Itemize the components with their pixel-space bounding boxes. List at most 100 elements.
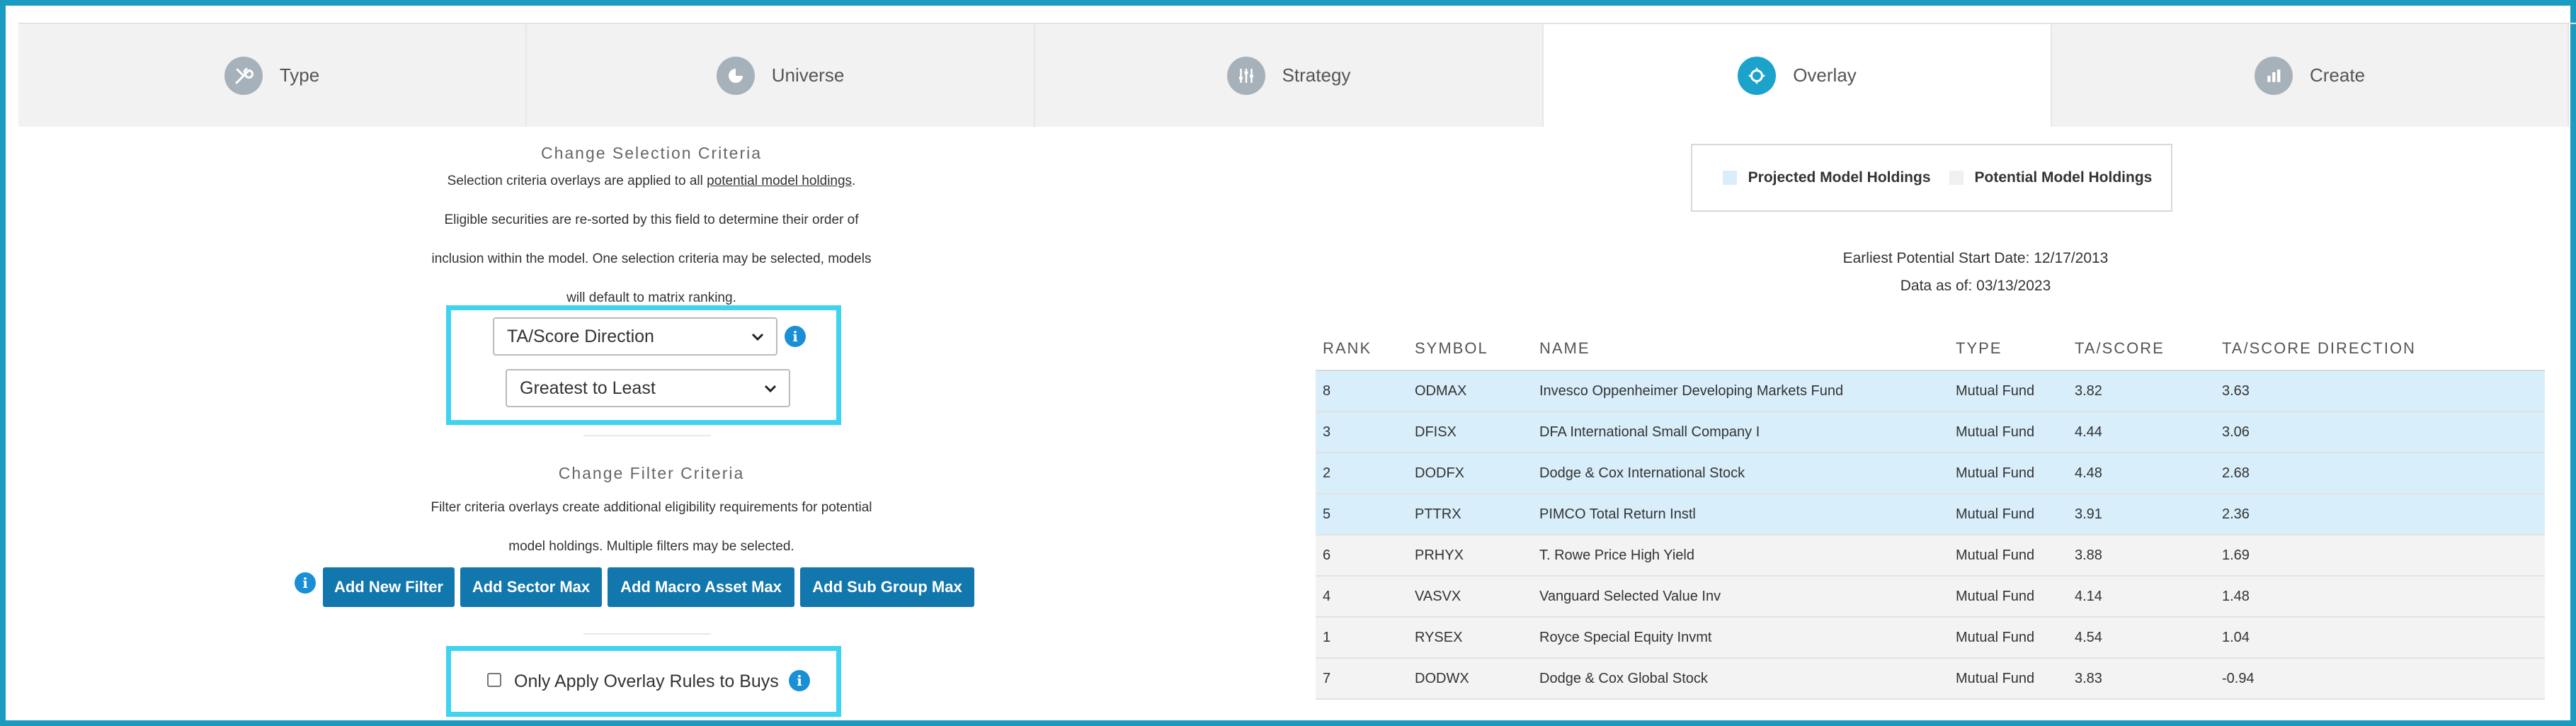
cell-type: Mutual Fund (1949, 412, 2068, 453)
header-name[interactable]: NAME (1532, 327, 1949, 371)
cell-ta-score: 3.83 (2068, 658, 2215, 700)
cell-name: PIMCO Total Return Instl (1532, 494, 1949, 535)
tab-label: Strategy (1282, 64, 1351, 86)
desc-line: Eligible securities are re-sorted by thi… (444, 212, 859, 227)
overlay-rules-label: Only Apply Overlay Rules to Buys (514, 671, 779, 691)
cell-name: Royce Special Equity Invmt (1532, 617, 1949, 659)
selection-criteria-title: Change Selection Criteria (540, 144, 763, 162)
cell-type: Mutual Fund (1949, 453, 2068, 494)
data-as-of-text: Data as of: 03/13/2023 (1900, 278, 2051, 294)
table-row[interactable]: 5 PTTRX PIMCO Total Return Instl Mutual Fun… (1316, 494, 2545, 535)
tab-label: Overlay (1793, 64, 1857, 86)
tab-type[interactable]: Type (18, 24, 527, 127)
filter-criteria-description: Filter criteria overlays create addition… (297, 488, 1005, 566)
selection-criteria-description: Selection criteria overlays are applied … (297, 161, 1005, 317)
cell-rank: 1 (1316, 617, 1408, 659)
cell-rank: 4 (1316, 576, 1408, 618)
table-header-row: RANK SYMBOL NAME TYPE TA/SCORE TA/SCORE … (1316, 327, 2545, 371)
cell-rank: 3 (1316, 412, 1408, 453)
cell-name: T. Rowe Price High Yield (1532, 535, 1949, 577)
overlay-rules-checkbox[interactable] (487, 673, 501, 687)
projected-legend-label: Projected Model Holdings (1748, 169, 1931, 186)
header-symbol[interactable]: SYMBOL (1408, 327, 1532, 371)
tools-icon (224, 56, 263, 95)
tab-label: Create (2309, 64, 2366, 86)
start-date-text: Earliest Potential Start Date: 12/17/201… (1842, 250, 2109, 266)
filter-criteria-title: Change Filter Criteria (558, 464, 745, 482)
cell-symbol: ODMAX (1408, 370, 1532, 412)
cell-ta-score-direction: 2.36 (2215, 494, 2545, 535)
cell-rank: 8 (1316, 370, 1408, 412)
table-row[interactable]: 4 VASVX Vanguard Selected Value Inv Mutual … (1316, 576, 2545, 618)
cell-symbol: RYSEX (1408, 617, 1532, 659)
cell-symbol: VASVX (1408, 576, 1532, 618)
cell-type: Mutual Fund (1949, 658, 2068, 700)
header-ta-score[interactable]: TA/SCORE (2068, 327, 2215, 371)
table-row[interactable]: 3 DFISX DFA International Small Company IM… (1316, 412, 2545, 453)
bar-chart-icon (2254, 56, 2293, 95)
cell-type: Mutual Fund (1949, 494, 2068, 535)
pie-chart-icon (716, 56, 755, 95)
potential-legend-label: Potential Model Holdings (1974, 169, 2153, 186)
table-row[interactable]: 1 RYSEX Royce Special Equity Invmt Mutual F… (1316, 617, 2545, 659)
cell-rank: 7 (1316, 658, 1408, 700)
cell-name: Vanguard Selected Value Inv (1532, 576, 1949, 618)
selection-info-icon[interactable]: i (785, 326, 806, 347)
cell-type: Mutual Fund (1949, 370, 2068, 412)
selection-field-select[interactable]: TA/Score Direction (493, 317, 777, 356)
chevron-down-icon (751, 333, 764, 341)
table-row[interactable]: 2 DODFX Dodge & Cox International Stock Mut… (1316, 453, 2545, 494)
cell-ta-score: 3.82 (2068, 370, 2215, 412)
table-row[interactable]: 6 PRHYX T. Rowe Price High Yield Mutual Fun… (1316, 535, 2545, 577)
table-row[interactable]: 8 ODMAX Invesco Oppenheimer Developing Mar… (1316, 370, 2545, 412)
cell-rank: 5 (1316, 494, 1408, 535)
add-macro-asset-max-button[interactable]: Add Macro Asset Max (608, 567, 794, 607)
cell-ta-score: 3.88 (2068, 535, 2215, 577)
cell-ta-score: 3.91 (2068, 494, 2215, 535)
tab-label: Type (279, 64, 320, 86)
potential-swatch (1949, 171, 1964, 185)
wizard-tabs: Type Universe Strategy Overlay Create (18, 23, 2576, 127)
chevron-down-icon (764, 385, 777, 393)
add-sub-group-max-button[interactable]: Add Sub Group Max (800, 567, 974, 607)
cell-ta-score: 4.14 (2068, 576, 2215, 618)
holdings-table: RANK SYMBOL NAME TYPE TA/SCORE TA/SCORE … (1316, 327, 2545, 700)
header-type[interactable]: TYPE (1949, 327, 2068, 371)
tab-strategy[interactable]: Strategy (1035, 24, 1544, 127)
cell-ta-score: 4.44 (2068, 412, 2215, 453)
cell-ta-score-direction: -0.94 (2215, 658, 2545, 700)
tab-overlay[interactable]: Overlay (1544, 24, 2052, 127)
cell-symbol: DFISX (1408, 412, 1532, 453)
overlay-icon (1738, 56, 1777, 95)
cell-ta-score-direction: 1.48 (2215, 576, 2545, 618)
cell-ta-score-direction: 1.69 (2215, 535, 2545, 577)
add-new-filter-button[interactable]: Add New Filter (323, 567, 455, 607)
cell-symbol: DODWX (1408, 658, 1532, 700)
cell-name: Invesco Oppenheimer Developing Markets F… (1532, 370, 1949, 412)
filter-info-icon[interactable]: i (295, 572, 316, 594)
add-sector-max-button[interactable]: Add Sector Max (460, 567, 602, 607)
selection-field-value: TA/Score Direction (507, 326, 654, 346)
section-divider (583, 435, 711, 436)
selection-order-select[interactable]: Greatest to Least (506, 369, 790, 407)
cell-ta-score-direction: 3.63 (2215, 370, 2545, 412)
cell-ta-score: 4.48 (2068, 453, 2215, 494)
cell-ta-score-direction: 2.68 (2215, 453, 2545, 494)
cell-name: Dodge & Cox Global Stock (1532, 658, 1949, 700)
table-row[interactable]: 7 DODWX Dodge & Cox Global Stock Mutual Fun… (1316, 658, 2545, 700)
desc-line: model holdings. Multiple filters may be … (508, 539, 794, 554)
cell-type: Mutual Fund (1949, 535, 2068, 577)
tab-universe[interactable]: Universe (527, 24, 1035, 127)
cell-symbol: PTTRX (1408, 494, 1532, 535)
overlay-rules-info-icon[interactable]: i (789, 670, 810, 691)
projected-swatch (1722, 171, 1737, 185)
potential-holdings-link[interactable]: potential model holdings (707, 174, 852, 188)
cell-type: Mutual Fund (1949, 576, 2068, 618)
tab-create[interactable]: Create (2052, 24, 2569, 127)
header-rank[interactable]: RANK (1316, 327, 1408, 371)
holdings-legend: Projected Model Holdings Potential Model… (1691, 144, 2172, 212)
section-divider (583, 633, 711, 635)
header-ta-score-direction[interactable]: TA/SCORE DIRECTION (2215, 327, 2545, 371)
tab-label: Universe (771, 64, 845, 86)
cell-ta-score-direction: 3.06 (2215, 412, 2545, 453)
